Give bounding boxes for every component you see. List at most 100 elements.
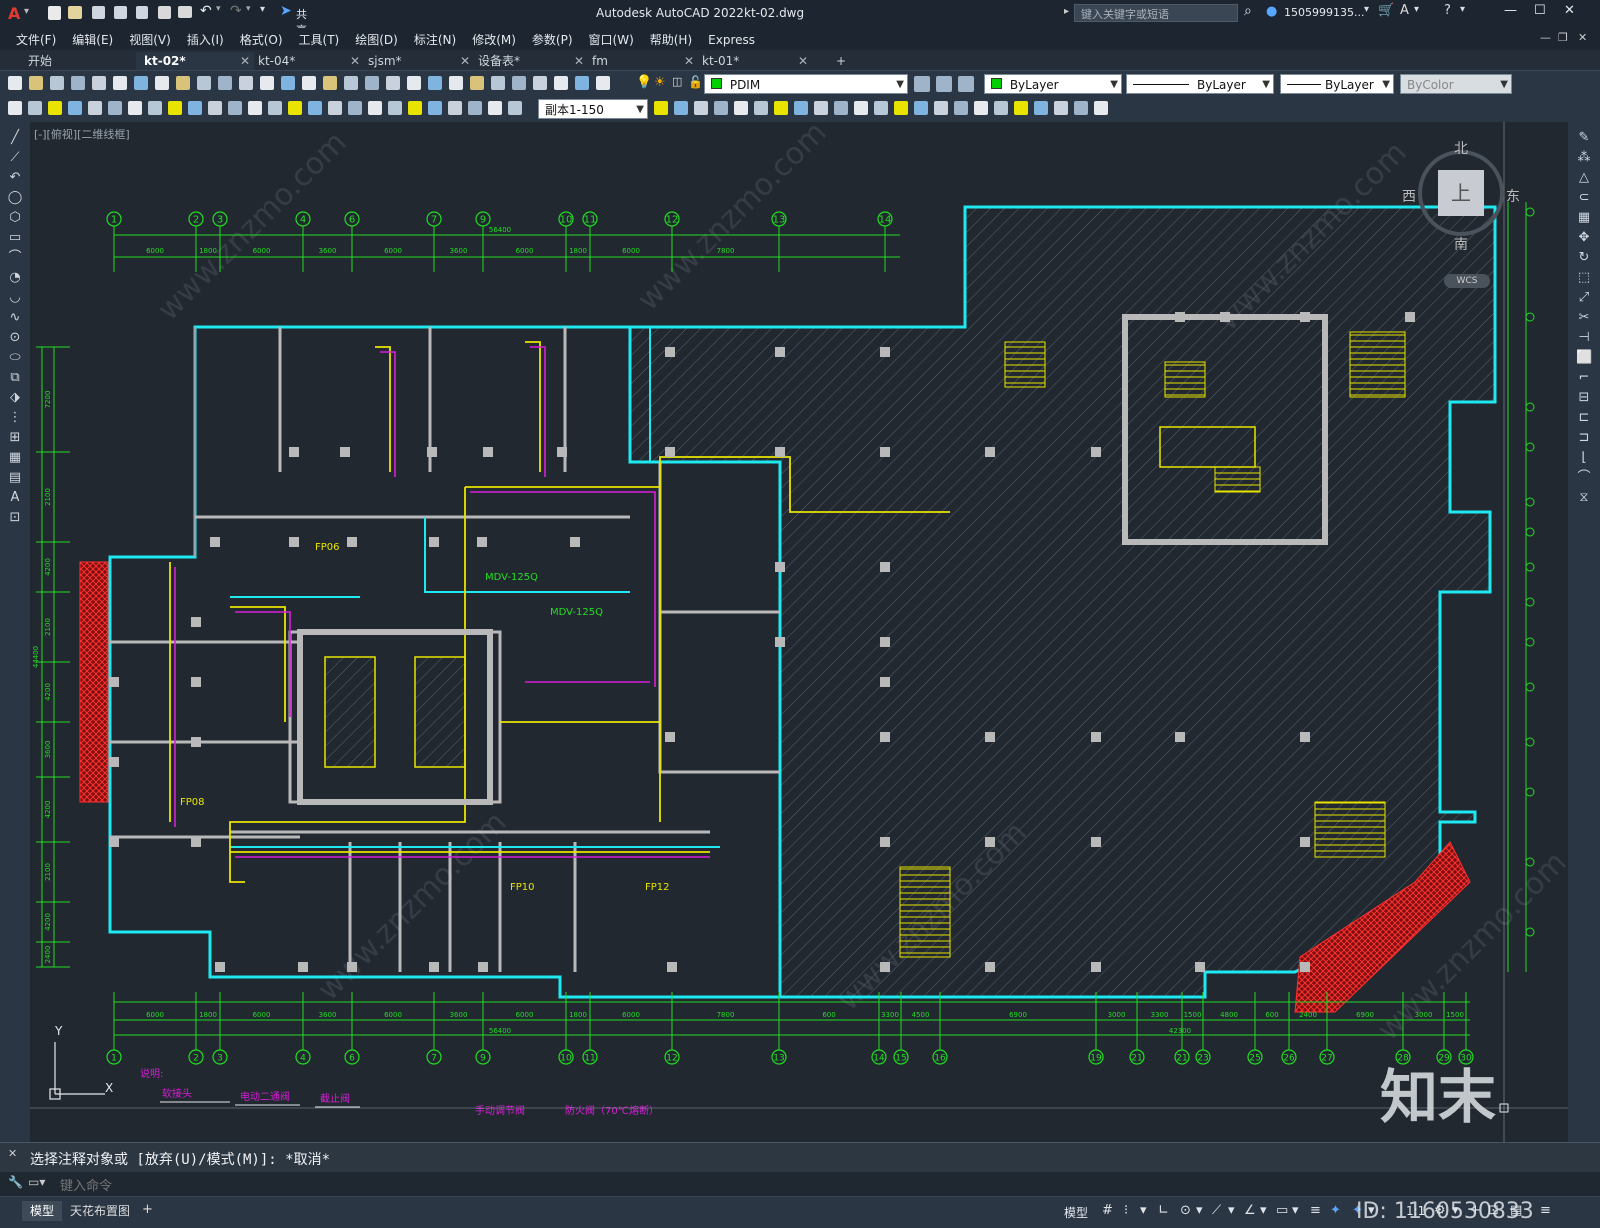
modify-tool-icon-17[interactable]: ⌒ — [1576, 470, 1592, 486]
app-dropdown-icon[interactable]: ▾ — [1414, 4, 1419, 15]
draw-tool-icon-12[interactable]: ⧉ — [7, 370, 23, 386]
draw-toolbar-icon-17[interactable] — [348, 101, 362, 115]
modify-tool-icon-1[interactable]: ⁂ — [1576, 150, 1592, 166]
menu-item-0[interactable]: 文件(F) — [8, 28, 64, 51]
draw-toolbar-icon-45[interactable] — [1034, 101, 1048, 115]
draw-toolbar-icon-4[interactable] — [88, 101, 102, 115]
standard-toolbar-icon-27[interactable] — [575, 76, 589, 90]
status-toggle-9[interactable]: ▾ — [1260, 1203, 1267, 1218]
redo-icon[interactable]: ↷ — [230, 3, 242, 19]
maximize-button[interactable]: ☐ — [1534, 3, 1546, 18]
draw-tool-icon-5[interactable]: ▭ — [7, 230, 23, 246]
draw-toolbar-icon-36[interactable] — [854, 101, 868, 115]
standard-toolbar-icon-8[interactable] — [176, 76, 190, 90]
draw-toolbar-icon-16[interactable] — [328, 101, 342, 115]
draw-toolbar-icon-23[interactable] — [468, 101, 482, 115]
draw-toolbar-icon-47[interactable] — [1074, 101, 1088, 115]
viewcube[interactable]: 上 北 南 西 东 WCS — [1402, 140, 1520, 288]
draw-toolbar-icon-41[interactable] — [954, 101, 968, 115]
layer-states-icon[interactable] — [958, 76, 974, 92]
draw-toolbar-icon-13[interactable] — [268, 101, 282, 115]
file-tab-0[interactable]: 开始 — [20, 52, 140, 70]
standard-toolbar-icon-22[interactable] — [470, 76, 484, 90]
menu-item-6[interactable]: 绘图(D) — [347, 28, 406, 51]
modify-tool-icon-12[interactable]: ⌐ — [1576, 370, 1592, 386]
draw-tool-icon-2[interactable]: ↶ — [7, 170, 23, 186]
draw-toolbar-icon-46[interactable] — [1054, 101, 1068, 115]
modify-tool-icon-5[interactable]: ✥ — [1576, 230, 1592, 246]
menu-item-4[interactable]: 格式(O) — [232, 28, 291, 51]
app-menu-chevron-icon[interactable]: ▾ — [24, 6, 29, 17]
draw-tool-icon-16[interactable]: ▦ — [7, 450, 23, 466]
standard-toolbar-icon-13[interactable] — [281, 76, 295, 90]
plotstyle-select[interactable]: ByColor ▼ — [1400, 74, 1512, 94]
file-tab-1[interactable]: kt-02* ✕ — [136, 52, 254, 70]
doc-restore-button[interactable]: ❐ — [1558, 31, 1568, 44]
modify-tool-icon-8[interactable]: ⤢ — [1576, 290, 1592, 306]
status-toggle-12[interactable]: ≡ — [1310, 1203, 1321, 1218]
status-toggle-3[interactable]: ∟ — [1158, 1203, 1169, 1218]
command-input[interactable] — [58, 1174, 1582, 1196]
draw-tool-icon-14[interactable]: ⋮ — [7, 410, 23, 426]
layer-on-icon[interactable]: 💡 — [636, 75, 652, 90]
modify-tool-icon-4[interactable]: ▦ — [1576, 210, 1592, 226]
modify-tool-icon-14[interactable]: ⊏ — [1576, 410, 1592, 426]
modify-tool-icon-7[interactable]: ⬚ — [1576, 270, 1592, 286]
share-icon[interactable]: ➤ — [280, 3, 292, 19]
draw-toolbar-icon-9[interactable] — [188, 101, 202, 115]
drawing-canvas[interactable]: [-][俯视][二维线框] www.znzmo.com www.znzmo.co… — [30, 122, 1568, 1142]
status-toggle-13[interactable]: ✦ — [1330, 1203, 1341, 1218]
modify-tool-icon-3[interactable]: ⊂ — [1576, 190, 1592, 206]
file-tab-6[interactable]: kt-01* ✕ — [694, 52, 812, 70]
draw-tool-icon-13[interactable]: ⬗ — [7, 390, 23, 406]
modify-tool-icon-18[interactable]: ⧖ — [1576, 490, 1592, 506]
standard-toolbar-icon-14[interactable] — [302, 76, 316, 90]
draw-toolbar-icon-14[interactable] — [288, 101, 302, 115]
draw-toolbar-icon-0[interactable] — [8, 101, 22, 115]
minimize-button[interactable]: — — [1504, 3, 1517, 18]
modify-tool-icon-10[interactable]: ⊣ — [1576, 330, 1592, 346]
draw-toolbar-icon-12[interactable] — [248, 101, 262, 115]
plot-icon[interactable] — [178, 6, 192, 18]
menu-item-8[interactable]: 修改(M) — [464, 28, 524, 51]
draw-toolbar-icon-6[interactable] — [128, 101, 142, 115]
layer-lock-icon[interactable]: 🔓 — [688, 75, 703, 89]
standard-toolbar-icon-26[interactable] — [554, 76, 568, 90]
standard-toolbar-icon-16[interactable] — [344, 76, 358, 90]
close-tab-icon[interactable]: ✕ — [350, 52, 360, 70]
draw-toolbar-icon-32[interactable] — [774, 101, 788, 115]
draw-tool-icon-18[interactable]: A — [7, 490, 23, 506]
standard-toolbar-icon-20[interactable] — [428, 76, 442, 90]
menu-item-3[interactable]: 插入(I) — [179, 28, 232, 51]
menu-item-5[interactable]: 工具(T) — [291, 28, 348, 51]
draw-toolbar-icon-42[interactable] — [974, 101, 988, 115]
draw-toolbar-icon-8[interactable] — [168, 101, 182, 115]
standard-toolbar-icon-17[interactable] — [365, 76, 379, 90]
standard-toolbar-icon-9[interactable] — [197, 76, 211, 90]
standard-toolbar-icon-11[interactable] — [239, 76, 253, 90]
user-name[interactable]: 1505999135... — [1284, 6, 1364, 19]
close-tab-icon[interactable]: ✕ — [240, 52, 250, 70]
draw-tool-icon-11[interactable]: ⬭ — [7, 350, 23, 366]
close-tab-icon[interactable]: ✕ — [574, 52, 584, 70]
draw-toolbar-icon-5[interactable] — [108, 101, 122, 115]
draw-tool-icon-3[interactable]: ◯ — [7, 190, 23, 206]
standard-toolbar-icon-2[interactable] — [50, 76, 64, 90]
draw-tool-icon-10[interactable]: ⊙ — [7, 330, 23, 346]
color-select[interactable]: ByLayer ▼ — [984, 74, 1122, 94]
model-space-button[interactable]: 模型 — [1064, 1204, 1088, 1221]
modify-tool-icon-15[interactable]: ⊐ — [1576, 430, 1592, 446]
standard-toolbar-icon-21[interactable] — [449, 76, 463, 90]
standard-toolbar-icon-10[interactable] — [218, 76, 232, 90]
save-icon[interactable] — [92, 6, 105, 19]
status-toggle-21[interactable]: ≡ — [1540, 1203, 1551, 1218]
draw-toolbar-icon-29[interactable] — [714, 101, 728, 115]
layer-viewport-icon[interactable]: ◫ — [672, 75, 682, 88]
draw-toolbar-icon-33[interactable] — [794, 101, 808, 115]
draw-toolbar-icon-1[interactable] — [28, 101, 42, 115]
undo-icon[interactable]: ↶ — [200, 3, 212, 19]
help-icon[interactable]: ? — [1444, 3, 1451, 18]
draw-toolbar-icon-11[interactable] — [228, 101, 242, 115]
draw-toolbar-icon-3[interactable] — [68, 101, 82, 115]
modify-tool-icon-9[interactable]: ✂ — [1576, 310, 1592, 326]
